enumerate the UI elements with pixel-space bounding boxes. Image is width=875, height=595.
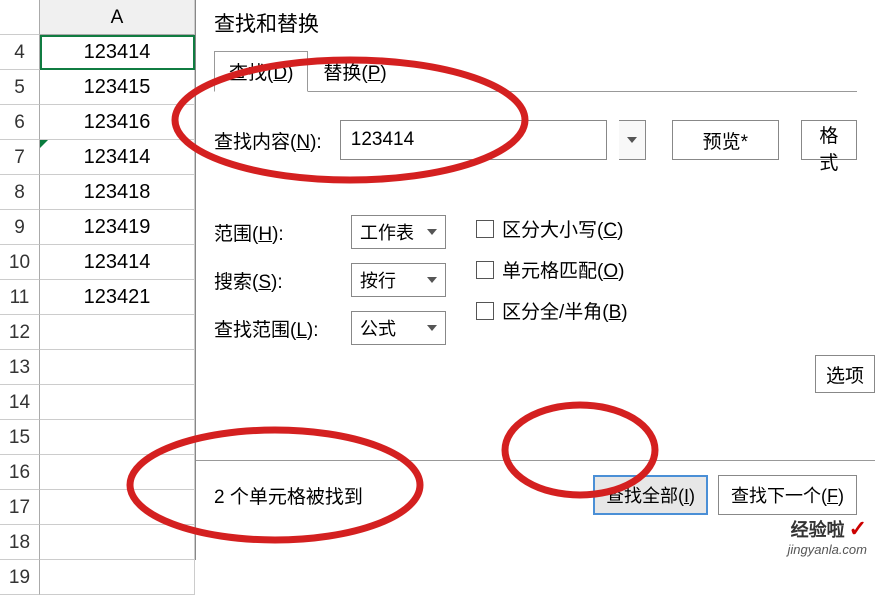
cell[interactable] (40, 420, 195, 455)
table-row: 8123418 (0, 175, 195, 210)
row-header[interactable]: 16 (0, 455, 40, 490)
cell[interactable] (40, 350, 195, 385)
table-row: 19 (0, 560, 195, 595)
cell[interactable]: 123421 (40, 280, 195, 315)
table-row: 7123414 (0, 140, 195, 175)
row-header[interactable]: 8 (0, 175, 40, 210)
table-row: 9123419 (0, 210, 195, 245)
preview-button[interactable]: 预览* (672, 120, 779, 160)
table-row: 5123415 (0, 70, 195, 105)
lookin-label: 查找范围(L): (214, 315, 339, 342)
find-all-button[interactable]: 查找全部(I) (593, 475, 708, 515)
table-row: 12 (0, 315, 195, 350)
table-row: 6123416 (0, 105, 195, 140)
dialog-title: 查找和替换 (196, 0, 875, 50)
search-label: 搜索(S): (214, 267, 339, 294)
row-header[interactable]: 11 (0, 280, 40, 315)
row-header[interactable]: 12 (0, 315, 40, 350)
row-header[interactable]: 9 (0, 210, 40, 245)
tab-replace[interactable]: 替换(P) (308, 51, 401, 92)
row-header[interactable]: 14 (0, 385, 40, 420)
watermark: 经验啦 ✓ jingyanla.com (788, 516, 868, 558)
chevron-down-icon (627, 137, 637, 143)
cell[interactable]: 123414 (40, 35, 195, 70)
cell[interactable]: 123419 (40, 210, 195, 245)
search-select[interactable]: 按行 (351, 263, 446, 297)
table-row: 13 (0, 350, 195, 385)
row-header[interactable]: 19 (0, 560, 40, 595)
row-header[interactable]: 18 (0, 525, 40, 560)
cell[interactable] (40, 455, 195, 490)
row-header[interactable]: 13 (0, 350, 40, 385)
cell[interactable] (40, 385, 195, 420)
row-header[interactable]: 4 (0, 35, 40, 70)
row-header[interactable]: 17 (0, 490, 40, 525)
format-button[interactable]: 格式 (801, 120, 857, 160)
table-row: 17 (0, 490, 195, 525)
find-next-button[interactable]: 查找下一个(F) (718, 475, 857, 515)
scope-select[interactable]: 工作表 (351, 215, 446, 249)
table-row: 18 (0, 525, 195, 560)
match-case-checkbox[interactable]: 区分大小写(C) (476, 215, 628, 242)
table-row: 11123421 (0, 280, 195, 315)
table-row: 14 (0, 385, 195, 420)
cell[interactable]: 123418 (40, 175, 195, 210)
dialog-footer: 2 个单元格被找到 查找全部(I) 查找下一个(F) (196, 460, 875, 515)
find-replace-dialog: 查找和替换 查找(D) 替换(P) 查找内容(N): 预览* 格式 范围(H):… (195, 0, 875, 560)
chevron-down-icon (427, 229, 437, 235)
chevron-down-icon (427, 325, 437, 331)
options-button[interactable]: 选项 (815, 355, 875, 393)
find-dropdown-button[interactable] (619, 120, 646, 160)
tab-find[interactable]: 查找(D) (214, 51, 308, 92)
dialog-tabs: 查找(D) 替换(P) (214, 50, 857, 92)
cell[interactable] (40, 315, 195, 350)
cell[interactable]: 123414 (40, 140, 195, 175)
match-cell-checkbox[interactable]: 单元格匹配(O) (476, 256, 628, 283)
cell[interactable]: 123415 (40, 70, 195, 105)
lookin-select[interactable]: 公式 (351, 311, 446, 345)
row-header[interactable]: 10 (0, 245, 40, 280)
find-content-input[interactable] (340, 120, 607, 160)
status-text: 2 个单元格被找到 (214, 482, 363, 509)
corner-cell[interactable] (0, 0, 40, 35)
row-header[interactable]: 15 (0, 420, 40, 455)
col-header-a[interactable]: A (40, 0, 195, 35)
cell[interactable] (40, 525, 195, 560)
row-header[interactable]: 7 (0, 140, 40, 175)
row-header[interactable]: 5 (0, 70, 40, 105)
find-content-label: 查找内容(N): (214, 127, 328, 154)
table-row: 15 (0, 420, 195, 455)
row-header[interactable]: 6 (0, 105, 40, 140)
table-row: 16 (0, 455, 195, 490)
scope-label: 范围(H): (214, 219, 339, 246)
cell[interactable] (40, 490, 195, 525)
table-row: 4123414 (0, 35, 195, 70)
table-row: 10123414 (0, 245, 195, 280)
cell[interactable]: 123414 (40, 245, 195, 280)
chevron-down-icon (427, 277, 437, 283)
cell[interactable] (40, 560, 195, 595)
match-width-checkbox[interactable]: 区分全/半角(B) (476, 297, 628, 324)
cell[interactable]: 123416 (40, 105, 195, 140)
spreadsheet: A 41234145123415612341671234148123418912… (0, 0, 195, 595)
